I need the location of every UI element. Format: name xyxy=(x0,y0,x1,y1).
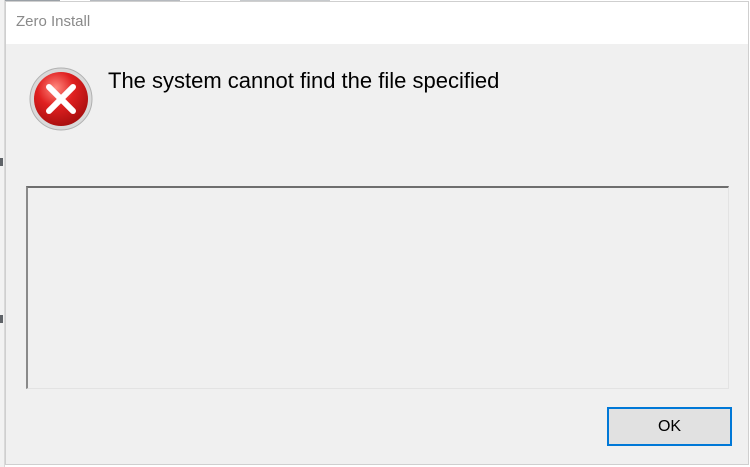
window-title: Zero Install xyxy=(16,13,91,30)
ok-button[interactable]: OK xyxy=(607,407,732,446)
error-icon xyxy=(28,66,94,132)
backdrop-mark xyxy=(0,158,3,166)
error-message: The system cannot find the file specifie… xyxy=(108,68,500,93)
details-textbox[interactable] xyxy=(26,186,729,389)
backdrop-mark xyxy=(0,315,3,323)
title-bar[interactable]: Zero Install xyxy=(6,2,748,44)
error-dialog: Zero Install The system cannot find the … xyxy=(5,1,749,465)
